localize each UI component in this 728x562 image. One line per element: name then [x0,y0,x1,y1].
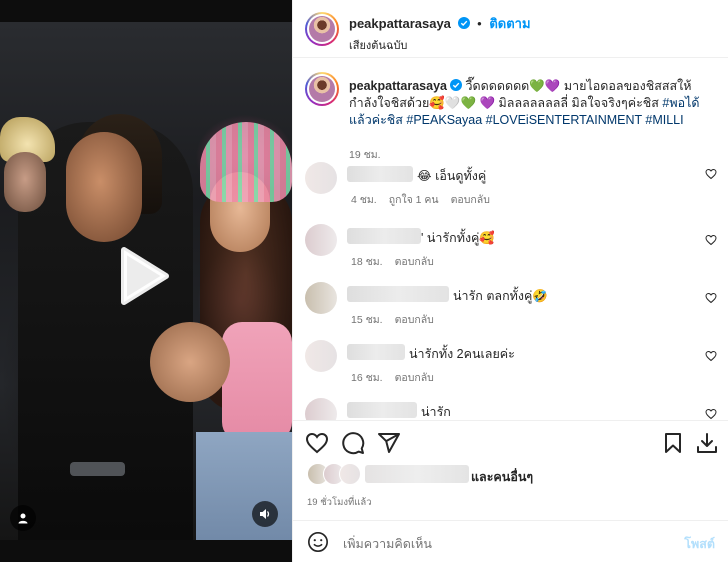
header-user-row: peakpattarasaya • ติดตาม [349,13,531,34]
list-item: น่ารักทั้ง 2คนเลยค่ะ 16 ชม. ตอบกลับ [305,340,717,390]
video-panel[interactable] [0,0,292,562]
emoji-icon[interactable] [307,531,329,553]
comment-meta: 18 ชม. ตอบกลับ [351,253,446,270]
comment-input[interactable]: เพิ่มความคิดเห็น [343,534,432,554]
list-item: ' น่ารักทั้งคู่🥰 18 ชม. ตอบกลับ [305,224,717,274]
video-crochet-hat [200,122,292,202]
comment-time: 18 ชม. [351,256,383,268]
caption-time: 19 ชม. [349,149,381,161]
play-icon[interactable] [108,242,176,310]
comments-list[interactable]: peakpattarasaya วี๊ดดดดดดด💚💜 มายไอดอลของ… [293,58,728,420]
video-pink-top [222,322,292,442]
post-side-panel: peakpattarasaya • ติดตาม เสียงต้นฉบับ pe… [292,0,728,562]
comment-username-blurred [347,402,417,418]
liker-avatar [339,463,361,485]
comment-username-blurred [347,166,413,182]
share-icon[interactable] [377,431,401,455]
audio-label[interactable]: เสียงต้นฉบับ [349,36,407,54]
liker-name-blurred [365,465,469,483]
verified-icon [449,79,462,91]
user-icon[interactable] [10,505,36,531]
list-item: น่ารัก [305,398,717,420]
heart-icon[interactable] [705,350,717,362]
video-face [66,132,142,242]
video-hands [150,322,230,402]
comment-time: 16 ชม. [351,372,383,384]
list-item: น่ารัก ตลกทั้งคู่🤣 15 ชม. ตอบกลับ [305,282,717,332]
reply-button[interactable]: ตอบกลับ [395,372,434,384]
comment-meta: 4 ชม. ถูกใจ 1 คน ตอบกลับ [351,191,502,208]
caption-body: peakpattarasaya วี๊ดดดดดดด💚💜 มายไอดอลของ… [349,78,717,129]
reply-button[interactable]: ตอบกลับ [451,194,490,206]
comment-icon[interactable] [341,431,365,455]
avatar[interactable] [305,72,339,106]
action-bar: และคนอื่นๆ 19 ชั่วโมงที่แล้ว [293,420,728,530]
verified-icon [457,17,470,29]
comment-avatar[interactable] [305,224,337,256]
heart-icon[interactable] [705,408,717,420]
bookmark-icon[interactable] [661,431,685,455]
caption-username[interactable]: peakpattarasaya [349,79,447,93]
list-item: 😂 เอ็นดูทั้งคู่ 4 ชม. ถูกใจ 1 คน ตอบกลับ [305,162,717,212]
post-header: peakpattarasaya • ติดตาม เสียงต้นฉบับ [293,0,728,58]
separator-dot: • [477,16,482,31]
video-background-person [4,152,46,212]
comment-time: 4 ชม. [351,194,377,206]
comment-avatar[interactable] [305,398,337,420]
heart-icon[interactable] [705,234,717,246]
avatar[interactable] [305,12,339,46]
reply-button[interactable]: ตอบกลับ [395,256,434,268]
download-icon[interactable] [695,431,719,455]
heart-icon[interactable] [305,431,329,455]
video-belt [70,462,125,476]
comment-meta: 16 ชม. ตอบกลับ [351,369,446,386]
comment-text: น่ารักทั้ง 2คนเลยค่ะ [409,347,515,361]
username-link[interactable]: peakpattarasaya [349,16,451,31]
likes-others-text[interactable]: และคนอื่นๆ [471,467,533,487]
comment-time: 15 ชม. [351,314,383,326]
follow-button[interactable]: ติดตาม [489,16,530,31]
post-time-ago: 19 ชั่วโมงที่แล้ว [307,497,372,508]
heart-icon[interactable] [705,292,717,304]
comment-avatar[interactable] [305,162,337,194]
comment-likes[interactable]: ถูกใจ 1 คน [389,194,439,206]
add-comment-bar: เพิ่มความคิดเห็น โพสต์ [293,520,728,562]
comment-username-blurred [347,286,449,302]
video-jeans [196,432,292,540]
comment-username-blurred [347,228,421,244]
comment-text: ' น่ารักทั้งคู่🥰 [421,231,495,245]
post-modal: peakpattarasaya • ติดตาม เสียงต้นฉบับ pe… [0,0,728,562]
comment-text: 😂 เอ็นดูทั้งคู่ [417,169,487,183]
heart-icon[interactable] [705,168,717,180]
comment-text: น่ารัก [421,405,451,419]
sound-icon[interactable] [252,501,278,527]
comment-text: น่ารัก ตลกทั้งคู่🤣 [453,289,548,303]
post-button[interactable]: โพสต์ [684,534,715,554]
comment-avatar[interactable] [305,282,337,314]
comment-meta: 15 ชม. ตอบกลับ [351,311,446,328]
reply-button[interactable]: ตอบกลับ [395,314,434,326]
comment-username-blurred [347,344,405,360]
comment-avatar[interactable] [305,340,337,372]
likes-summary[interactable]: และคนอื่นๆ [307,463,707,485]
